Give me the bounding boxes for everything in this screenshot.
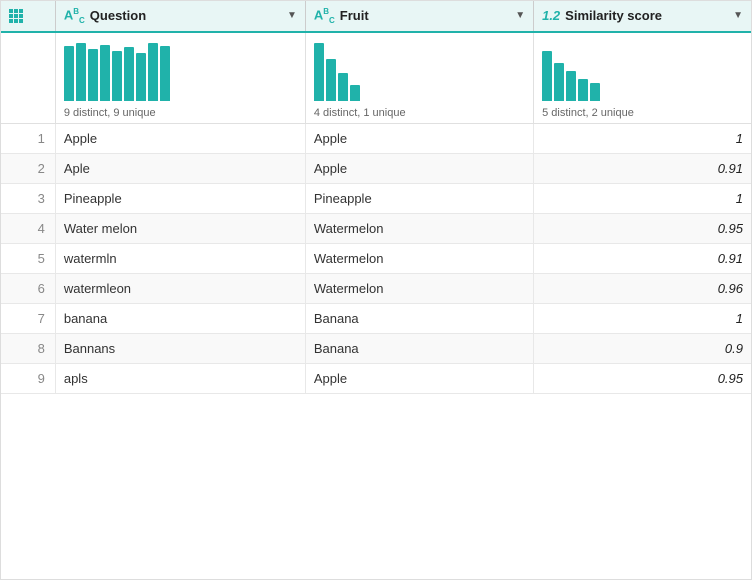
question-cell: Aple <box>55 153 305 183</box>
question-cell: Pineapple <box>55 183 305 213</box>
question-dropdown-arrow[interactable]: ▼ <box>287 10 297 21</box>
bar <box>160 46 170 101</box>
table-row: 4 Water melon Watermelon 0.95 <box>1 213 751 243</box>
similarity-column-header[interactable]: 1.2 Similarity score ▼ <box>534 1 751 32</box>
row-number: 5 <box>1 243 55 273</box>
similarity-histogram-label: 5 distinct, 2 unique <box>542 107 634 119</box>
question-histogram-bars <box>64 41 170 101</box>
similarity-cell: 1 <box>534 303 751 333</box>
abc-icon-fruit: ABC <box>314 7 335 25</box>
table-row: 9 apls Apple 0.95 <box>1 363 751 393</box>
question-column-header[interactable]: ABC Question ▼ <box>55 1 305 32</box>
question-histogram-cell: 9 distinct, 9 unique <box>55 32 305 124</box>
index-header <box>1 1 55 32</box>
fruit-cell: Watermelon <box>305 213 533 243</box>
fruit-cell: Banana <box>305 303 533 333</box>
bar <box>590 83 600 101</box>
table-row: 7 banana Banana 1 <box>1 303 751 333</box>
similarity-cell: 0.9 <box>534 333 751 363</box>
grid-icon <box>9 9 23 23</box>
row-number: 9 <box>1 363 55 393</box>
bar <box>542 51 552 101</box>
table-row: 5 watermln Watermelon 0.91 <box>1 243 751 273</box>
question-cell: Bannans <box>55 333 305 363</box>
bar <box>136 53 146 101</box>
question-cell: Apple <box>55 123 305 153</box>
bar <box>350 85 360 101</box>
fruit-histogram-bars <box>314 41 360 101</box>
row-number: 6 <box>1 273 55 303</box>
table-row: 1 Apple Apple 1 <box>1 123 751 153</box>
row-number: 1 <box>1 123 55 153</box>
similarity-histogram-cell: 5 distinct, 2 unique <box>534 32 751 124</box>
row-number: 4 <box>1 213 55 243</box>
similarity-cell: 1 <box>534 123 751 153</box>
row-number: 7 <box>1 303 55 333</box>
bar <box>76 43 86 101</box>
question-cell: apls <box>55 363 305 393</box>
table-row: 6 watermleon Watermelon 0.96 <box>1 273 751 303</box>
bar <box>148 43 158 101</box>
question-header-label: Question <box>90 8 146 23</box>
fruit-column-header[interactable]: ABC Fruit ▼ <box>305 1 533 32</box>
question-histogram-label: 9 distinct, 9 unique <box>64 107 156 119</box>
index-histogram-cell <box>1 32 55 124</box>
similarity-cell: 0.95 <box>534 363 751 393</box>
question-cell: banana <box>55 303 305 333</box>
fruit-cell: Pineapple <box>305 183 533 213</box>
table-row: 8 Bannans Banana 0.9 <box>1 333 751 363</box>
similarity-dropdown-arrow[interactable]: ▼ <box>733 10 743 21</box>
question-cell: watermln <box>55 243 305 273</box>
fruit-cell: Apple <box>305 153 533 183</box>
row-number: 3 <box>1 183 55 213</box>
similarity-histogram-bars <box>542 41 600 101</box>
fruit-dropdown-arrow[interactable]: ▼ <box>515 10 525 21</box>
bar <box>326 59 336 101</box>
row-number: 8 <box>1 333 55 363</box>
table-row: 2 Aple Apple 0.91 <box>1 153 751 183</box>
number-icon-similarity: 1.2 <box>542 8 560 23</box>
bar <box>124 47 134 101</box>
similarity-header-label: Similarity score <box>565 8 662 23</box>
fruit-cell: Watermelon <box>305 243 533 273</box>
table-row: 3 Pineapple Pineapple 1 <box>1 183 751 213</box>
fruit-cell: Apple <box>305 363 533 393</box>
data-table: ABC Question ▼ ABC Fruit ▼ <box>0 0 752 580</box>
similarity-cell: 1 <box>534 183 751 213</box>
row-number: 2 <box>1 153 55 183</box>
question-cell: Water melon <box>55 213 305 243</box>
fruit-cell: Banana <box>305 333 533 363</box>
fruit-header-label: Fruit <box>340 8 369 23</box>
similarity-cell: 0.96 <box>534 273 751 303</box>
similarity-cell: 0.91 <box>534 153 751 183</box>
fruit-cell: Watermelon <box>305 273 533 303</box>
bar <box>88 49 98 101</box>
fruit-histogram-label: 4 distinct, 1 unique <box>314 107 406 119</box>
fruit-cell: Apple <box>305 123 533 153</box>
bar <box>578 79 588 101</box>
bar <box>64 46 74 101</box>
bar <box>554 63 564 101</box>
bar <box>100 45 110 101</box>
bar <box>112 51 122 101</box>
bar <box>566 71 576 101</box>
similarity-cell: 0.91 <box>534 243 751 273</box>
abc-icon-question: ABC <box>64 7 85 25</box>
question-cell: watermleon <box>55 273 305 303</box>
bar <box>314 43 324 101</box>
bar <box>338 73 348 101</box>
fruit-histogram-cell: 4 distinct, 1 unique <box>305 32 533 124</box>
similarity-cell: 0.95 <box>534 213 751 243</box>
